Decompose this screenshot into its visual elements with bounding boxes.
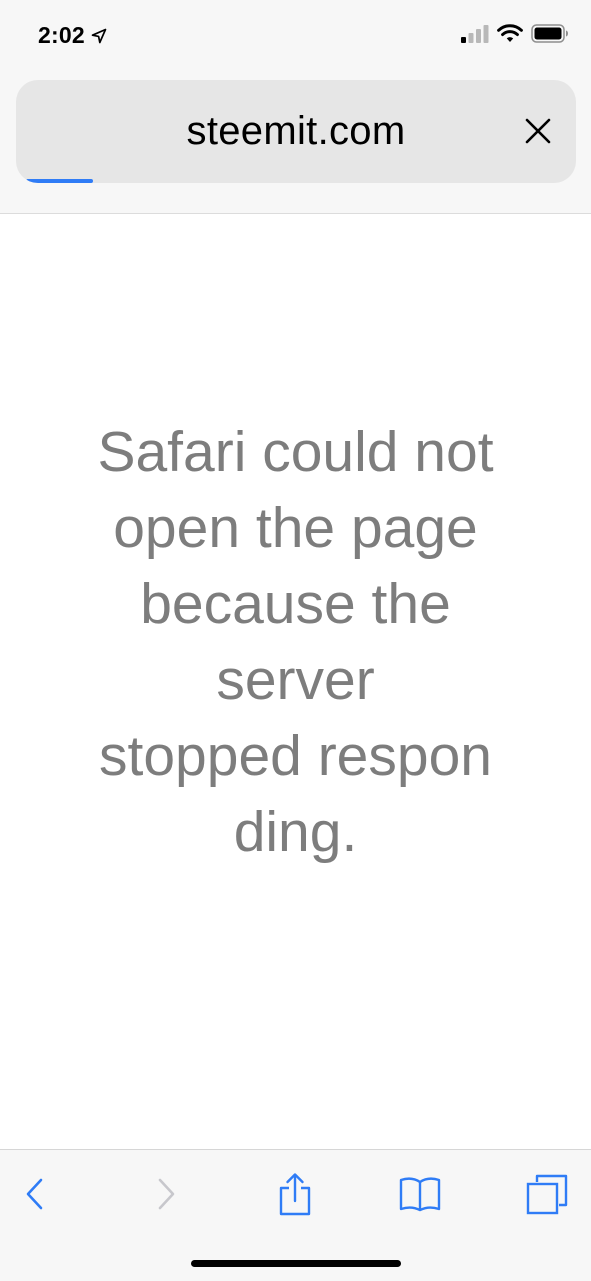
error-line: Safari could not (97, 420, 494, 484)
home-indicator[interactable] (191, 1260, 401, 1267)
bookmarks-button[interactable] (395, 1170, 445, 1218)
back-button[interactable] (10, 1170, 60, 1218)
chevron-left-icon (24, 1177, 46, 1211)
wifi-icon (497, 24, 523, 43)
error-line: because the (140, 572, 451, 636)
page-content: Safari could not open the page because t… (0, 214, 591, 1149)
chevron-right-icon (155, 1177, 177, 1211)
error-line: stopped respon (99, 724, 492, 788)
location-arrow-icon (91, 28, 107, 44)
error-line: open the page (113, 496, 478, 560)
close-icon (525, 118, 551, 144)
status-bar: 2:02 (0, 0, 591, 70)
share-icon (278, 1172, 312, 1216)
battery-icon (531, 24, 569, 43)
status-indicators (461, 24, 569, 43)
browser-top-chrome: 2:02 steemit.com (0, 0, 591, 214)
tabs-button[interactable] (522, 1170, 572, 1218)
load-progress-bar (16, 179, 576, 183)
error-message: Safari could not open the page because t… (60, 414, 531, 870)
url-text[interactable]: steemit.com (16, 80, 576, 183)
book-icon (398, 1176, 442, 1212)
status-time-group: 2:02 (38, 22, 107, 49)
share-button[interactable] (270, 1170, 320, 1218)
address-bar[interactable]: steemit.com (16, 80, 576, 183)
cellular-signal-icon (461, 24, 489, 43)
error-line: server (216, 648, 375, 712)
error-line: ding. (233, 800, 358, 864)
stop-loading-button[interactable] (518, 111, 558, 151)
tabs-icon (526, 1173, 568, 1215)
forward-button[interactable] (141, 1170, 191, 1218)
status-time: 2:02 (38, 22, 85, 48)
load-progress-fill (26, 179, 93, 183)
